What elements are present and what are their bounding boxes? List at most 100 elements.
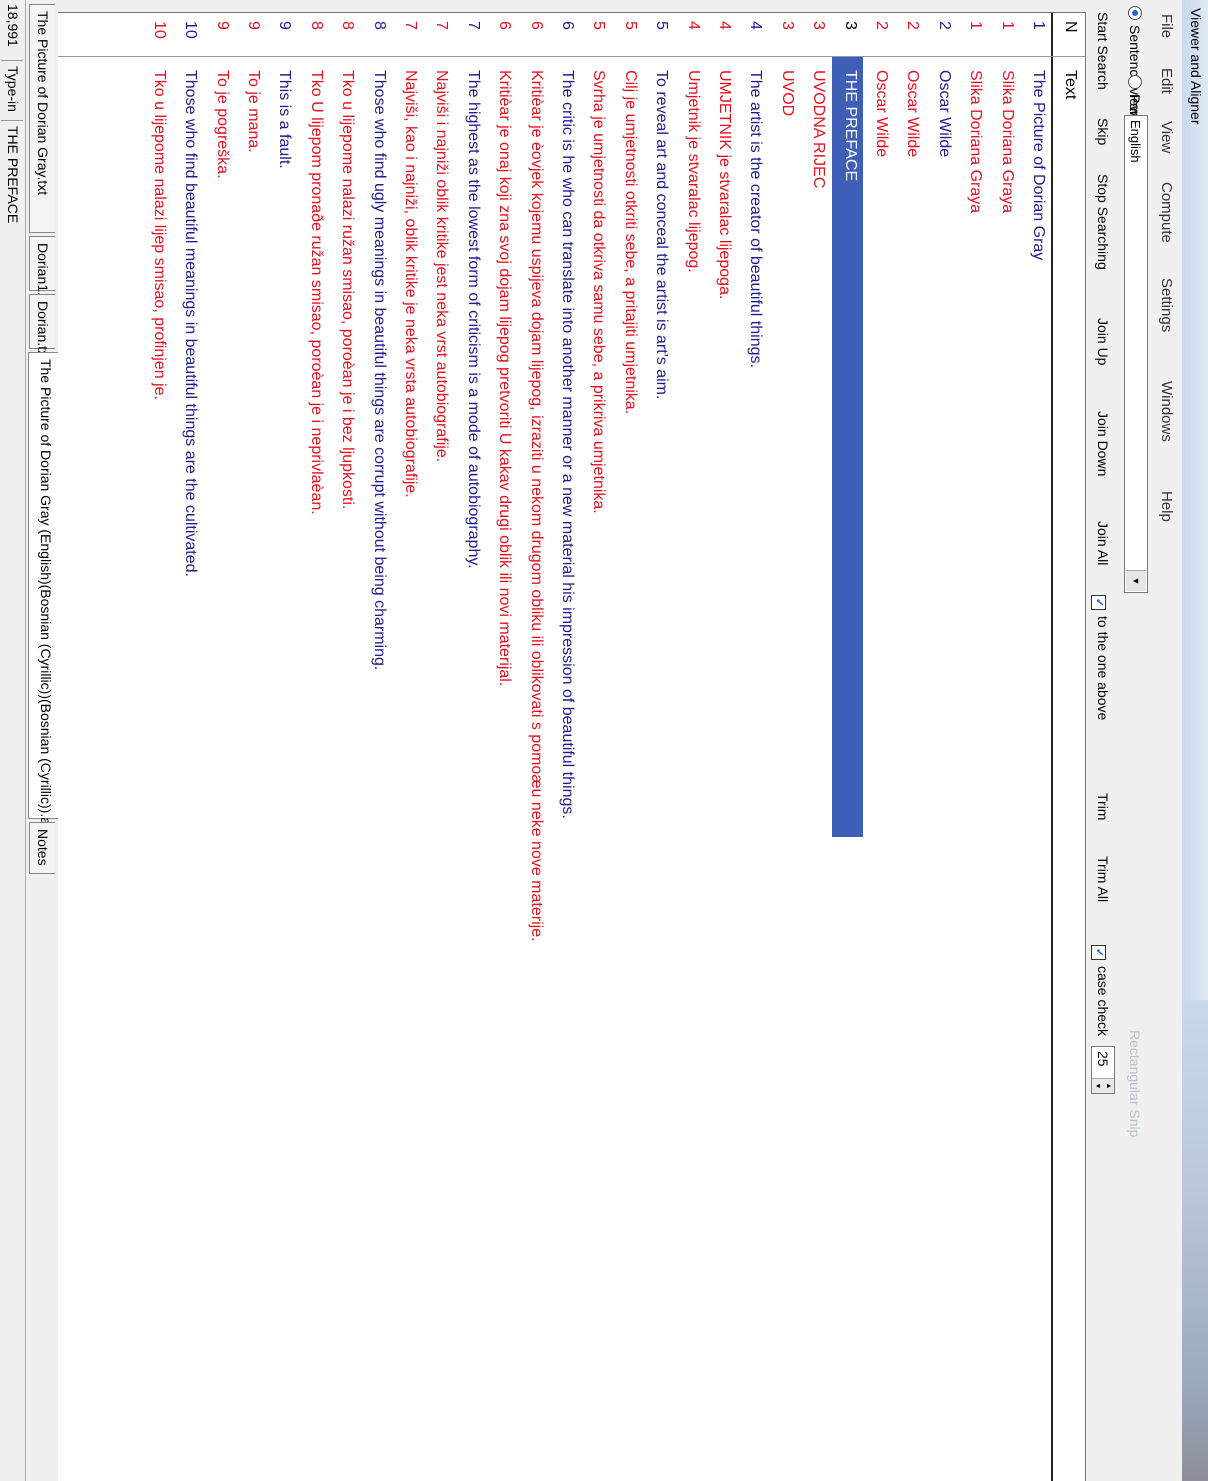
number-spinner[interactable]: 25 ▲ ▼ [1091,1046,1115,1094]
table-row[interactable]: 8 Tko u lijepome nalazi ružan smisao, por… [329,13,360,1481]
row-text: UMJETNIK je stvaralac lijepoga. [716,70,733,300]
table-row[interactable]: 6 Kritièar je onaj koji zna svoj dojam li… [486,13,517,1481]
row-number: 6 [559,21,576,30]
table-row[interactable]: 1 Slika Doriana Graya [989,13,1020,1481]
row-text: The highest as the lowest form of critic… [464,70,482,569]
table-row[interactable]: 2 Oscar Wilde [863,13,894,1481]
row-text: The artist is the creator of beautiful t… [747,70,765,368]
table-row[interactable]: 9 To je pogreška. [204,13,235,1481]
table-row[interactable]: 3 UVODNA RIJEC [800,13,831,1481]
row-text: To je pogreška. [213,70,231,179]
row-text: UVODNA RIJEC [810,70,828,189]
tab-2[interactable]: Dorian.txt [29,294,55,361]
trim-button[interactable]: Trim [1095,793,1111,820]
alignment-grid[interactable]: N Text 1 The Picture of Dorian Gray 1 Slika… [27,12,1086,1481]
table-row[interactable]: 4 The artist is the creator of beautiful … [737,13,768,1481]
table-row[interactable]: 3 UVOD [769,13,800,1481]
table-row[interactable]: 4 UMJETNIK je stvaralac lijepoga. [706,13,737,1481]
row-number: 1 [1030,21,1047,30]
menu-help[interactable]: Help [1158,491,1175,522]
table-row[interactable]: 3 THE PREFACE [831,13,863,1481]
title-bar-background [1182,1000,1208,1481]
table-row[interactable]: 5 Svrha je umjetnosti da otkriva samu seb… [580,13,611,1481]
menu-compute[interactable]: Compute [1158,182,1175,243]
chevron-down-icon[interactable]: ▼ [1126,570,1146,591]
tab-0[interactable]: The Picture of Dorian Gray.txt [29,4,55,233]
table-row[interactable]: 2 Oscar Wilde [926,13,957,1481]
row-number: 2 [873,21,890,30]
table-row[interactable]: 7 Najviši, kao i najniži, oblik kritike j… [392,13,423,1481]
trim-all-button[interactable]: Trim All [1095,856,1111,902]
table-row[interactable]: 7 The highest as the lowest form of criti… [455,13,486,1481]
number-spinner-value: 25 [1095,1051,1111,1067]
radio-unselected-icon [1128,75,1142,89]
tab-4[interactable]: Notes [29,822,55,874]
row-text: Tko u lijepome nalazi lijep smisao, prof… [150,70,168,400]
table-row[interactable]: 10 Those who find beautiful meanings in b… [172,13,203,1481]
to-one-above-checkbox[interactable]: ✓ to the one above [1091,595,1111,720]
table-row[interactable]: 8 Tko U lijepom pronaðe ružan smisao, por… [298,13,329,1481]
radio-selected-icon [1128,6,1142,20]
row-text: The Picture of Dorian Gray [1030,70,1047,261]
table-row[interactable]: 6 Kritièar je èovjek kojemu uspijeva doja… [518,13,549,1481]
checkmark-icon: ✓ [1091,595,1106,610]
spinner-arrows-icon[interactable]: ▲ ▼ [1092,1078,1114,1093]
table-row[interactable]: 10 Tko u lijepome nalazi lijep smisao, pr… [141,13,172,1481]
stop-searching-button[interactable]: Stop Searching [1095,174,1111,270]
case-check-checkbox[interactable]: ✓ case check [1091,945,1111,1036]
column-header-n[interactable]: N [1061,21,1079,33]
row-text: Slika Doriana Graya [998,70,1016,214]
start-search-button[interactable]: Start Search [1095,12,1111,90]
rectangular-snip-label: Rectangular Snip [1127,1030,1143,1138]
row-number: 7 [464,21,482,30]
menu-windows[interactable]: Windows [1158,381,1175,442]
row-number: 6 [496,21,514,30]
table-row[interactable]: 2 Oscar Wilde [894,13,925,1481]
row-text: The critic is he who can translate into … [559,70,576,819]
row-text: Umjetnik je stvaralac lijepog. [684,70,702,273]
row-number: 4 [716,21,733,30]
row-number: 10 [150,21,168,39]
skip-button[interactable]: Skip [1095,118,1111,145]
row-number: 7 [433,21,451,30]
table-row[interactable]: 7 Najviši i najniži oblik kritike jest ne… [423,13,454,1481]
status-mode: Type-in [5,66,21,112]
tab-3[interactable]: The Picture of Dorian Gray (English)(Bos… [28,352,58,831]
table-row[interactable]: 1 Slika Doriana Graya [957,13,988,1481]
table-row[interactable]: 5 Cilj je umjetnosti otkriti sebe, a prit… [612,13,643,1481]
row-text: Oscar Wilde [935,70,953,158]
join-all-button[interactable]: Join All [1095,521,1111,565]
status-separator [1,120,23,121]
table-row[interactable]: 9 To je mana. [235,13,266,1481]
menu-view[interactable]: View [1158,121,1175,153]
row-number: 1 [967,21,985,30]
row-text: Those who find ugly meanings in beautifu… [370,70,388,671]
grid-header: N Text [1051,13,1085,1481]
table-row[interactable]: 8 Those who find ugly meanings in beautif… [361,13,392,1481]
table-row[interactable]: 9 This is a fault. [266,13,297,1481]
menu-edit[interactable]: Edit [1158,68,1175,94]
row-text: Kritièar je èovjek kojemu uspijeva dojam… [527,70,545,942]
row-text: Those who find beautiful meanings in bea… [182,70,200,577]
table-row[interactable]: 6 The critic is he who can translate into… [549,13,580,1481]
row-number: 8 [339,21,357,30]
menu-settings[interactable]: Settings [1158,278,1175,332]
tab-1[interactable]: Dorian1.txt [29,236,55,311]
row-number: 9 [245,21,262,30]
app-window: Viewer and Aligner File Edit View Comput… [0,0,1208,1481]
join-up-button[interactable]: Join Up [1095,318,1111,365]
table-row[interactable]: 5 To reveal art and conceal the artist is… [643,13,674,1481]
row-text: This is a fault. [276,70,294,169]
row-number: 2 [904,21,922,30]
document-tabs: The Picture of Dorian Gray.txt Dorian1.tx… [26,0,58,1481]
column-header-text[interactable]: Text [1061,70,1079,99]
language-select[interactable]: English ▼ [1124,115,1148,593]
join-down-button[interactable]: Join Down [1095,411,1111,476]
row-text: Oscar Wilde [904,70,922,158]
table-row[interactable]: 1 The Picture of Dorian Gray [1020,13,1051,1481]
status-count: 18,991 [5,4,21,47]
row-number: 3 [810,21,828,30]
menu-file[interactable]: File [1158,14,1175,38]
table-row[interactable]: 4 Umjetnik je stvaralac lijepog. [675,13,706,1481]
status-current-item: THE PREFACE [5,126,21,224]
